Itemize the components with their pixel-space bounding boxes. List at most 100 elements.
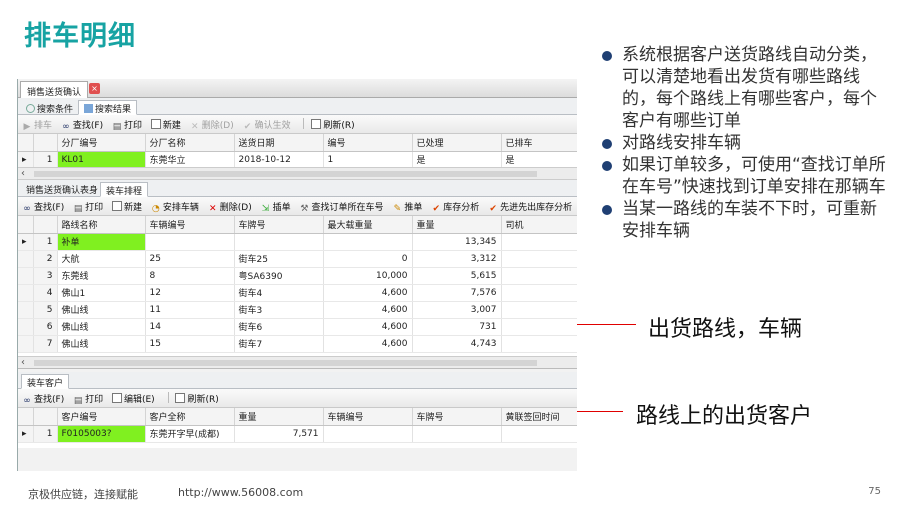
column-header[interactable]: 编号 xyxy=(323,134,413,152)
column-header[interactable]: 司机 xyxy=(501,216,577,234)
vehicle-number-cell[interactable]: 11 xyxy=(145,301,235,319)
column-header[interactable]: 重量 xyxy=(234,408,324,426)
find-button[interactable]: ∞ 查找(F) xyxy=(22,392,64,406)
table-row[interactable]: 6 佛山线 14 街车6 4,600 731 xyxy=(18,318,577,336)
plate-number-cell[interactable]: 街车6 xyxy=(234,318,324,336)
driver-cell[interactable] xyxy=(501,250,577,268)
plate-number-cell[interactable]: 街车3 xyxy=(234,301,324,319)
driver-cell[interactable] xyxy=(501,335,577,353)
column-header[interactable]: 分厂编号 xyxy=(57,134,146,152)
tab-search-results[interactable]: 搜索结果 xyxy=(78,100,138,115)
document-tab[interactable]: 销售送货确认 xyxy=(20,81,89,98)
scroll-left-icon[interactable]: ‹ xyxy=(21,357,25,368)
table-cell[interactable] xyxy=(501,425,577,443)
tab-delivery-body[interactable]: 销售送货确认表身 xyxy=(21,182,103,197)
find-button[interactable]: ∞ 查找(F) xyxy=(61,118,103,132)
column-header[interactable]: 黄联签回时间 xyxy=(501,408,577,426)
table-cell[interactable]: KL01 xyxy=(57,151,146,169)
driver-cell[interactable] xyxy=(501,233,577,251)
column-header[interactable]: 最大载重量 xyxy=(323,216,413,234)
column-header[interactable]: 路线名称 xyxy=(57,216,146,234)
horizontal-scrollbar[interactable]: ‹ xyxy=(18,356,577,368)
column-header[interactable]: 车辆编号 xyxy=(323,408,413,426)
driver-cell[interactable] xyxy=(501,301,577,319)
route-name-cell[interactable]: 佛山线 xyxy=(57,335,146,353)
column-header[interactable]: 已处理 xyxy=(412,134,502,152)
table-row[interactable]: 5 佛山线 11 街车3 4,600 3,007 xyxy=(18,301,577,319)
table-cell[interactable]: 2018-10-12 xyxy=(234,151,324,169)
plate-number-cell[interactable]: 街车7 xyxy=(234,335,324,353)
table-cell[interactable]: 东莞华立 xyxy=(145,151,235,169)
max-load-cell[interactable] xyxy=(323,233,413,251)
plate-number-cell[interactable]: 街车25 xyxy=(234,250,324,268)
weight-cell[interactable]: 731 xyxy=(412,318,502,336)
vehicle-number-cell[interactable]: 14 xyxy=(145,318,235,336)
route-name-cell[interactable]: 佛山1 xyxy=(57,284,146,302)
tab-loading-customers[interactable]: 装车客户 xyxy=(21,374,70,389)
plate-number-cell[interactable]: 粤SA6390 xyxy=(234,267,324,285)
table-cell[interactable] xyxy=(323,425,413,443)
column-header[interactable]: 车辆编号 xyxy=(145,216,235,234)
column-header[interactable]: 重量 xyxy=(412,216,502,234)
table-row[interactable]: 7 佛山线 15 街车7 4,600 4,743 xyxy=(18,335,577,353)
max-load-cell[interactable]: 10,000 xyxy=(323,267,413,285)
vehicle-number-cell[interactable]: 12 xyxy=(145,284,235,302)
table-cell[interactable]: 东莞开字早(成都) xyxy=(145,425,235,443)
print-button[interactable]: ▤ 打印 xyxy=(112,118,142,132)
refresh-button[interactable]: 刷新(R) xyxy=(311,118,355,131)
table-cell[interactable]: 是 xyxy=(412,151,502,169)
weight-cell[interactable]: 3,312 xyxy=(412,250,502,268)
column-header[interactable]: 已排车 xyxy=(501,134,577,152)
print-button[interactable]: ▤ 打印 xyxy=(73,200,103,214)
table-cell[interactable] xyxy=(412,425,502,443)
assign-vehicle-button[interactable]: ◔ 安排车辆 xyxy=(151,200,199,214)
scrollbar-thumb[interactable] xyxy=(34,360,537,366)
close-tab-icon[interactable]: × xyxy=(89,83,100,94)
max-load-cell[interactable]: 4,600 xyxy=(323,335,413,353)
delete-button[interactable]: ✕ 删除(D) xyxy=(190,118,234,132)
plate-number-cell[interactable] xyxy=(234,233,324,251)
horizontal-scrollbar[interactable]: ‹ xyxy=(18,167,577,179)
weight-cell[interactable]: 7,576 xyxy=(412,284,502,302)
stock-analysis-button[interactable]: ✔ 库存分析 xyxy=(431,200,479,214)
max-load-cell[interactable]: 4,600 xyxy=(323,301,413,319)
table-cell[interactable]: 是 xyxy=(501,151,577,169)
column-header[interactable]: 客户全称 xyxy=(145,408,235,426)
fifo-analysis-button[interactable]: ✔ 先进先出库存分析 xyxy=(488,200,572,214)
delete-button[interactable]: ✕ 删除(D) xyxy=(208,200,252,214)
driver-cell[interactable] xyxy=(501,267,577,285)
driver-cell[interactable] xyxy=(501,284,577,302)
route-name-cell[interactable]: 东莞线 xyxy=(57,267,146,285)
push-order-button[interactable]: ✎ 推单 xyxy=(392,200,423,214)
max-load-cell[interactable]: 0 xyxy=(323,250,413,268)
plate-number-cell[interactable]: 街车4 xyxy=(234,284,324,302)
table-cell[interactable]: F0105003? xyxy=(57,425,146,443)
column-header[interactable]: 客户编号 xyxy=(57,408,146,426)
column-header[interactable]: 车牌号 xyxy=(412,408,502,426)
vehicle-number-cell[interactable] xyxy=(145,233,235,251)
column-header[interactable]: 分厂名称 xyxy=(145,134,235,152)
table-row[interactable]: ▸ 1 KL01 东莞华立 2018-10-12 1 是 是 xyxy=(18,151,577,169)
table-cell[interactable]: 7,571 xyxy=(234,425,324,443)
table-row[interactable]: ▸ 1 F0105003? 东莞开字早(成都) 7,571 xyxy=(18,425,577,443)
edit-button[interactable]: 编辑(E) xyxy=(111,392,155,405)
footer-url[interactable]: http://www.56008.com xyxy=(178,486,303,499)
driver-cell[interactable] xyxy=(501,318,577,336)
weight-cell[interactable]: 4,743 xyxy=(412,335,502,353)
new-button[interactable]: 新建 xyxy=(111,200,142,213)
route-name-cell[interactable]: 补单 xyxy=(57,233,146,251)
scroll-left-icon[interactable]: ‹ xyxy=(21,168,25,179)
confirm-button[interactable]: ✔ 确认生效 xyxy=(243,118,291,132)
vehicle-number-cell[interactable]: 25 xyxy=(145,250,235,268)
weight-cell[interactable]: 5,615 xyxy=(412,267,502,285)
print-button[interactable]: ▤ 打印 xyxy=(73,392,103,406)
refresh-button[interactable]: 刷新(R) xyxy=(175,392,219,405)
weight-cell[interactable]: 3,007 xyxy=(412,301,502,319)
find-button[interactable]: ∞ 查找(F) xyxy=(22,200,64,214)
table-row[interactable]: 2 大航 25 街车25 0 3,312 xyxy=(18,250,577,268)
column-header[interactable]: 送货日期 xyxy=(234,134,324,152)
table-row[interactable]: ▸ 1 补单 13,345 xyxy=(18,233,577,251)
table-cell[interactable]: 1 xyxy=(323,151,413,169)
schedule-button[interactable]: ▶ 排车 xyxy=(22,118,52,132)
tab-search-conditions[interactable]: 搜索条件 xyxy=(20,100,79,115)
